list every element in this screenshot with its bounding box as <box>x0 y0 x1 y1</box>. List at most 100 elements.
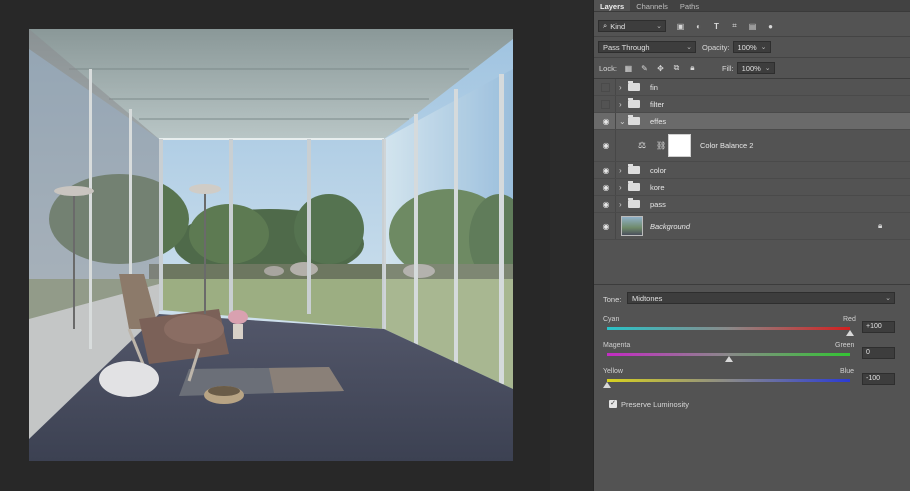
layer-name: color <box>650 165 667 175</box>
layer-row[interactable]: › fin <box>594 79 910 96</box>
smart-object-filter-icon[interactable]: ▤ <box>747 21 758 32</box>
type-filter-icon[interactable]: T <box>711 21 722 32</box>
tone-select[interactable]: Midtones ⌄ <box>627 292 895 304</box>
balance-scale-icon: ⚖ <box>638 140 647 150</box>
blend-mode-value: Pass Through <box>603 42 650 52</box>
chevron-down-icon: ⌄ <box>686 44 692 51</box>
blend-mode-select[interactable]: Pass Through ⌄ <box>598 41 696 53</box>
folder-icon <box>628 164 640 174</box>
panel-gutter <box>550 0 593 491</box>
chevron-down-icon[interactable]: ⌄ <box>619 117 626 126</box>
layer-row[interactable]: ◉ › color <box>594 162 910 179</box>
properties-panel: Tone: Midtones ⌄ Cyan Red +100 Magenta G… <box>594 284 910 491</box>
slider-left-label: Yellow <box>603 368 623 375</box>
layer-thumbnail[interactable] <box>621 216 643 236</box>
cyan-red-slider-thumb[interactable] <box>846 330 854 336</box>
layer-name: filter <box>650 99 665 109</box>
eye-icon[interactable]: ◉ <box>600 183 612 192</box>
magenta-green-value[interactable]: 0 <box>862 347 895 359</box>
chevron-right-icon[interactable]: › <box>619 200 622 209</box>
chevron-down-icon: ⌄ <box>885 295 891 302</box>
tab-layers[interactable]: Layers <box>594 0 631 11</box>
eye-icon[interactable]: ◉ <box>600 117 612 126</box>
magenta-green-slider-thumb[interactable] <box>724 356 733 362</box>
layer-row[interactable]: ◉ Background 🔒︎ <box>594 213 910 240</box>
yellow-blue-slider-track[interactable] <box>607 379 850 382</box>
layer-filter-row: ⌕ Kind ⌄ ▣ ◐ T ⌗ ▤ ● <box>594 18 910 34</box>
eye-icon[interactable]: ◉ <box>600 166 612 175</box>
lock-artboard-icon[interactable]: ⧉ <box>671 63 682 74</box>
tone-label: Tone: <box>603 295 622 304</box>
porch-render <box>29 29 513 461</box>
yellow-blue-value[interactable]: -100 <box>862 373 895 385</box>
folder-icon <box>628 198 640 208</box>
cyan-red-value[interactable]: +100 <box>862 321 895 333</box>
lock-image-icon[interactable]: ✎ <box>639 63 650 74</box>
layer-name: kore <box>650 182 665 192</box>
lock-position-icon[interactable]: ✥ <box>655 63 666 74</box>
layer-row[interactable]: ◉ ⌄ effes <box>594 113 910 130</box>
opacity-label: Opacity: <box>702 42 730 52</box>
layer-row[interactable]: ◉ › pass <box>594 196 910 213</box>
layer-name: pass <box>650 199 666 209</box>
blend-row: Pass Through ⌄ Opacity: 100% ⌄ <box>594 39 910 55</box>
search-icon: ⌕ <box>603 21 608 30</box>
chevron-right-icon[interactable]: › <box>619 183 622 192</box>
shape-filter-icon[interactable]: ⌗ <box>729 21 740 32</box>
slider-right-label: Green <box>835 342 855 349</box>
filter-toggle-icon[interactable]: ● <box>765 21 776 32</box>
opacity-value: 100% <box>737 42 757 52</box>
lock-all-icon[interactable]: 🔒︎ <box>687 63 698 74</box>
chevron-down-icon: ⌄ <box>760 44 767 51</box>
folder-icon <box>628 98 640 108</box>
layer-name: effes <box>650 116 667 126</box>
layer-name: fin <box>650 82 658 92</box>
lock-pixels-icon[interactable]: ▦ <box>623 63 634 74</box>
eye-icon[interactable]: ◉ <box>600 141 612 150</box>
fill-label: Fill: <box>721 63 734 73</box>
chevron-right-icon[interactable]: › <box>619 83 622 92</box>
document-image[interactable] <box>29 29 513 461</box>
preserve-luminosity-label: Preserve Luminosity <box>621 400 689 409</box>
folder-icon <box>628 81 640 91</box>
layers-list: › fin › filter ◉ ⌄ effes ◉ ⚖ ⛓ Color Bal… <box>594 79 910 240</box>
visibility-toggle-off[interactable] <box>601 82 610 92</box>
eye-icon[interactable]: ◉ <box>600 222 612 231</box>
layer-row[interactable]: ◉ ⚖ ⛓ Color Balance 2 <box>594 130 910 162</box>
fill-field[interactable]: 100% ⌄ <box>736 62 775 74</box>
tone-value: Midtones <box>632 293 663 303</box>
adjustment-filter-icon[interactable]: ◐ <box>693 21 704 32</box>
yellow-blue-slider-thumb[interactable] <box>603 382 611 388</box>
fill-value: 100% <box>741 63 761 73</box>
image-filter-icon[interactable]: ▣ <box>675 21 686 32</box>
link-icon[interactable]: ⛓ <box>656 141 666 150</box>
slider-left-label: Cyan <box>603 316 620 323</box>
layer-row[interactable]: › filter <box>594 96 910 113</box>
tab-channels[interactable]: Channels <box>630 0 674 11</box>
slider-right-label: Blue <box>840 368 855 375</box>
lock-label: Lock: <box>599 63 617 73</box>
opacity-field[interactable]: 100% ⌄ <box>732 41 771 53</box>
tab-paths[interactable]: Paths <box>674 0 705 11</box>
eye-icon[interactable]: ◉ <box>600 200 612 209</box>
chevron-down-icon: ⌄ <box>764 65 771 72</box>
filter-kind-label: Kind <box>610 21 626 31</box>
slider-right-label: Red <box>843 316 856 323</box>
panel-tab-bar: Layers Channels Paths <box>594 0 910 12</box>
filter-kind-select[interactable]: ⌕ Kind ⌄ <box>598 20 666 32</box>
document-canvas-area[interactable] <box>0 0 550 491</box>
preserve-luminosity-checkbox[interactable]: ✓ <box>609 400 617 408</box>
layer-row[interactable]: ◉ › kore <box>594 179 910 196</box>
layer-name: Background <box>650 221 691 231</box>
layers-panel: Layers Channels Paths ⌕ Kind ⌄ ▣ ◐ T ⌗ ▤… <box>593 0 910 491</box>
chevron-down-icon: ⌄ <box>656 23 662 30</box>
folder-icon <box>628 181 640 191</box>
lock-icon[interactable]: 🔒︎ <box>878 221 882 231</box>
folder-open-icon <box>628 115 640 125</box>
visibility-toggle-off[interactable] <box>601 99 610 109</box>
chevron-right-icon[interactable]: › <box>619 166 622 175</box>
layer-mask-thumbnail[interactable] <box>668 134 691 157</box>
cyan-red-slider-track[interactable] <box>607 327 850 330</box>
layer-name: Color Balance 2 <box>700 141 754 150</box>
chevron-right-icon[interactable]: › <box>619 100 622 109</box>
